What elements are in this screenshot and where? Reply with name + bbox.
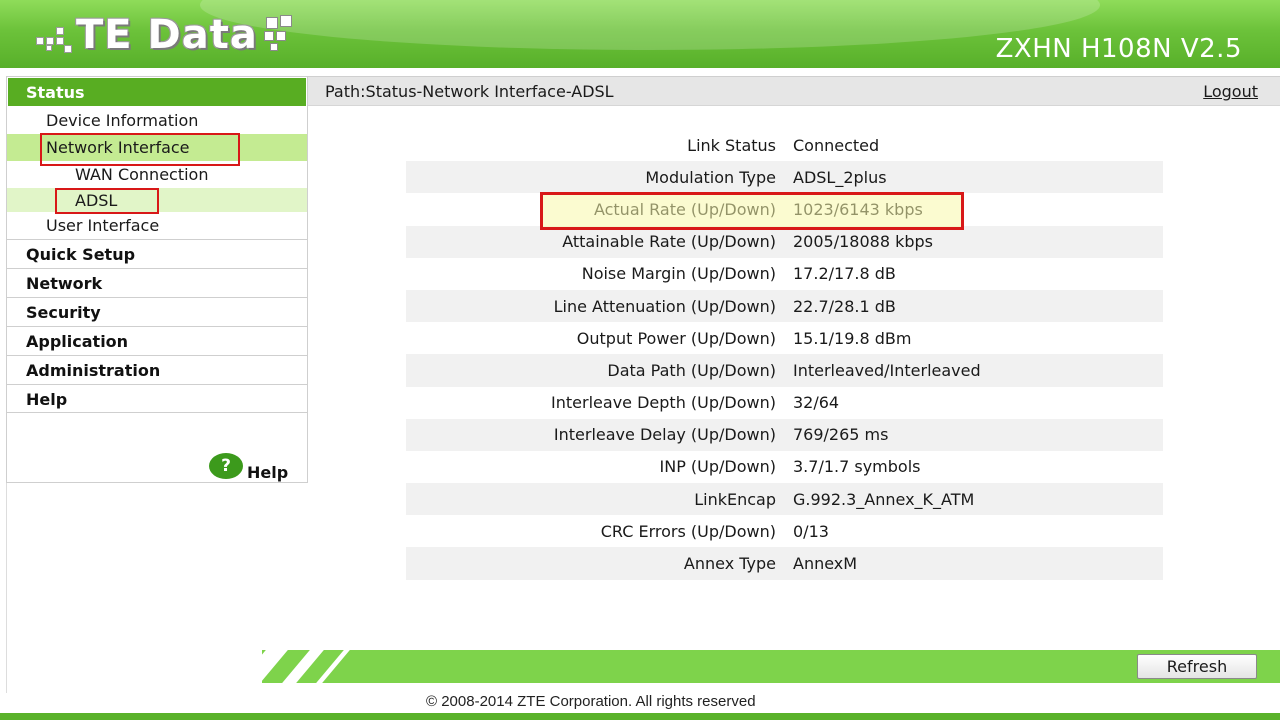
- row-label: Output Power (Up/Down): [576, 328, 776, 348]
- sidebar-item-network-interface[interactable]: Network Interface: [7, 134, 307, 161]
- table-row: LinkEncap G.992.3_Annex_K_ATM: [406, 483, 1163, 516]
- sidebar-item-status[interactable]: Status: [8, 78, 306, 106]
- row-label: Data Path (Up/Down): [607, 360, 776, 380]
- sidebar-item-quick-setup[interactable]: Quick Setup: [7, 239, 307, 268]
- table-row: Noise Margin (Up/Down) 17.2/17.8 dB: [406, 258, 1163, 290]
- header-swoosh: [200, 0, 1100, 50]
- logo-squares-icon: [262, 15, 298, 55]
- row-label: INP (Up/Down): [659, 457, 777, 477]
- sidebar-item-application[interactable]: Application: [7, 326, 307, 355]
- row-label: Line Attenuation (Up/Down): [553, 296, 776, 316]
- sidebar-item-adsl[interactable]: ADSL: [7, 188, 307, 212]
- table-row: Actual Rate (Up/Down) 1023/6143 kbps: [406, 193, 1163, 225]
- row-label: Attainable Rate (Up/Down): [562, 232, 776, 252]
- row-value: 15.1/19.8 dBm: [793, 328, 912, 348]
- row-value: AnnexM: [793, 554, 858, 574]
- copyright-text: © 2008-2014 ZTE Corporation. All rights …: [426, 693, 756, 710]
- table-row: INP (Up/Down) 3.7/1.7 symbols: [406, 451, 1163, 483]
- help-link-label: Help: [247, 463, 289, 482]
- sidebar-item-user-interface[interactable]: User Interface: [7, 212, 307, 239]
- row-label: Interleave Depth (Up/Down): [551, 393, 776, 413]
- table-row: Attainable Rate (Up/Down) 2005/18088 kbp…: [406, 225, 1163, 258]
- row-value: 32/64: [793, 393, 840, 413]
- table-row: Link Status Connected: [406, 129, 1163, 161]
- breadcrumb: Path:Status-Network Interface-ADSL: [325, 82, 614, 101]
- row-value: 769/265 ms: [793, 425, 889, 445]
- row-value: 1023/6143 kbps: [793, 199, 923, 219]
- refresh-button[interactable]: Refresh: [1137, 654, 1257, 679]
- row-value: 2005/18088 kbps: [793, 232, 934, 252]
- row-label: CRC Errors (Up/Down): [600, 521, 776, 541]
- row-value: 3.7/1.7 symbols: [793, 457, 921, 477]
- footer-bar: [262, 650, 1280, 683]
- row-value: G.992.3_Annex_K_ATM: [793, 489, 975, 509]
- logo-dots-icon: [34, 15, 74, 55]
- sidebar-item-security[interactable]: Security: [7, 297, 307, 326]
- table-row: CRC Errors (Up/Down) 0/13: [406, 515, 1163, 547]
- logo-text: TE Data: [76, 12, 258, 58]
- table-row: Data Path (Up/Down) Interleaved/Interlea…: [406, 354, 1163, 387]
- row-label: Annex Type: [683, 554, 776, 574]
- table-row: Interleave Depth (Up/Down) 32/64: [406, 387, 1163, 419]
- logout-link[interactable]: Logout: [1203, 82, 1258, 101]
- row-value: Interleaved/Interleaved: [793, 360, 981, 380]
- row-label: LinkEncap: [694, 489, 776, 509]
- row-label: Actual Rate (Up/Down): [593, 199, 776, 219]
- bottom-bar: [0, 713, 1280, 720]
- table-row: Output Power (Up/Down) 15.1/19.8 dBm: [406, 322, 1163, 354]
- sidebar-item-network[interactable]: Network: [7, 268, 307, 297]
- question-icon: ?: [209, 453, 243, 479]
- row-value: ADSL_2plus: [793, 167, 887, 187]
- sidebar-item-device-information[interactable]: Device Information: [7, 107, 307, 134]
- table-row: Interleave Delay (Up/Down) 769/265 ms: [406, 418, 1163, 451]
- row-label: Noise Margin (Up/Down): [581, 264, 776, 284]
- path-bar: Path:Status-Network Interface-ADSL Logou…: [308, 76, 1280, 106]
- row-label: Modulation Type: [645, 167, 776, 187]
- row-value: 17.2/17.8 dB: [793, 264, 896, 284]
- sidebar-item-administration[interactable]: Administration: [7, 355, 307, 384]
- te-data-logo: TE Data: [34, 10, 298, 60]
- device-model: ZXHN H108N V2.5: [995, 34, 1242, 64]
- table-row: Line Attenuation (Up/Down) 22.7/28.1 dB: [406, 289, 1163, 323]
- table-row: Modulation Type ADSL_2plus: [406, 161, 1163, 194]
- adsl-info-table: Link Status Connected Modulation Type AD…: [406, 129, 1163, 580]
- header-banner: TE Data ZXHN H108N V2.5: [0, 0, 1280, 68]
- sidebar-item-help[interactable]: Help: [7, 384, 307, 413]
- left-border: [6, 483, 7, 693]
- row-value: 0/13: [793, 521, 829, 541]
- row-value: 22.7/28.1 dB: [793, 296, 896, 316]
- help-link[interactable]: ? Help: [209, 453, 289, 482]
- row-label: Interleave Delay (Up/Down): [553, 425, 776, 445]
- table-row: Annex Type AnnexM: [406, 547, 1163, 580]
- row-value: Connected: [793, 135, 880, 155]
- row-label: Link Status: [687, 135, 776, 155]
- sidebar: Status Device Information Network Interf…: [6, 76, 308, 483]
- sidebar-item-wan-connection[interactable]: WAN Connection: [7, 161, 307, 188]
